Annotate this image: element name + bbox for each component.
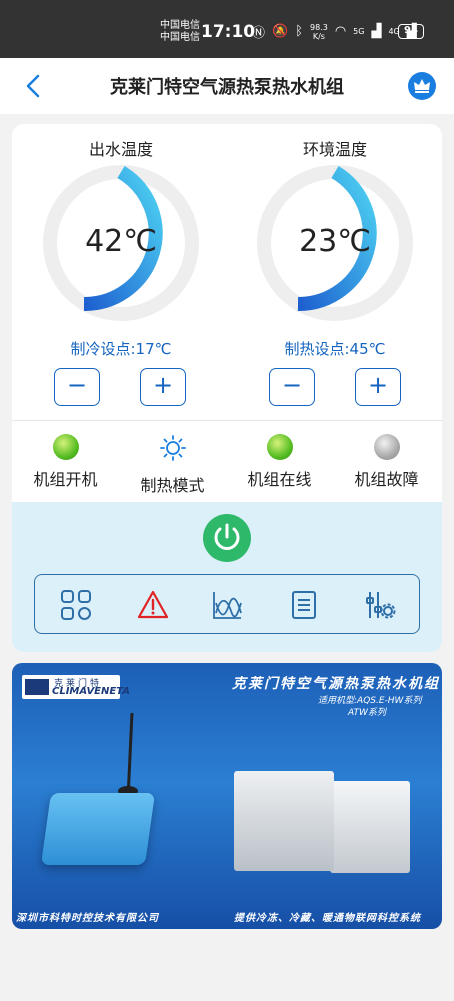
- silent-icon: 🔕: [272, 24, 289, 39]
- brand-en: CLIMAVENETA: [52, 686, 130, 697]
- status-label: 机组在线: [247, 470, 312, 489]
- battery-icon: 94: [398, 24, 424, 39]
- status-label: 制热模式: [140, 476, 205, 495]
- divider: [12, 420, 442, 421]
- carrier-1: 中国电信: [160, 20, 200, 31]
- gateway-device-image: [40, 793, 156, 865]
- network-5g: 5G: [353, 27, 365, 36]
- signal-icon: ▟: [371, 24, 382, 39]
- bluetooth-icon: ᛒ: [295, 24, 304, 39]
- nfc-icon: Ⓝ: [252, 26, 266, 41]
- document-icon[interactable]: [288, 589, 320, 621]
- warning-icon[interactable]: [137, 589, 169, 621]
- fault-indicator-icon: [373, 434, 400, 460]
- brand-logo: 克莱门特 CLIMAVENETA: [22, 675, 130, 699]
- outlet-temp-value: 42℃: [85, 224, 157, 259]
- power-button[interactable]: [203, 514, 251, 562]
- crown-icon[interactable]: [408, 72, 436, 100]
- heat-pump-unit-image: [234, 771, 334, 871]
- heat-increase-button[interactable]: +: [355, 368, 401, 406]
- status-online: 机组在线: [226, 434, 333, 490]
- clock: 17:10: [201, 22, 256, 42]
- net-speed: 98.3 K/s: [310, 23, 328, 41]
- ambient-temp-value: 23℃: [299, 224, 371, 259]
- carrier-text: 中国电信 中国电信: [160, 20, 200, 44]
- models-line-2: ATW系列: [348, 708, 386, 718]
- promo-banner[interactable]: 克莱门特 CLIMAVENETA 克莱门特空气源热泵热水机组 适用机型:AQS.…: [12, 663, 442, 929]
- cool-increase-button[interactable]: +: [140, 368, 186, 406]
- function-toolbar: [34, 574, 420, 634]
- antenna-icon: [118, 712, 138, 800]
- status-mode: 制热模式: [119, 434, 226, 496]
- status-bar: 中国电信 中国电信 17:10 Ⓝ 🔕 ᛒ 98.3 K/s ◠ 5G ▟ 4G…: [0, 0, 454, 58]
- cool-decrease-button[interactable]: −: [54, 368, 100, 406]
- heat-decrease-button[interactable]: −: [269, 368, 315, 406]
- carrier-2: 中国电信: [160, 32, 200, 43]
- banner-company: 深圳市科特时控技术有限公司: [16, 913, 159, 924]
- status-label: 机组开机: [33, 470, 98, 489]
- power-icon: [214, 523, 240, 550]
- brand-logo-icon: [25, 679, 49, 695]
- page-title: 克莱门特空气源热泵热水机组: [110, 77, 344, 98]
- control-panel: [12, 502, 442, 652]
- status-icons: Ⓝ 🔕 ᛒ 98.3 K/s ◠ 5G ▟ 4G ▟: [252, 22, 417, 42]
- status-label: 机组故障: [354, 470, 419, 489]
- status-fault: 机组故障: [333, 434, 440, 490]
- banner-slogan: 提供冷冻、冷藏、暖通物联网科控系统: [234, 913, 421, 924]
- banner-models: 适用机型:AQS.E-HW系列 ATW系列: [318, 695, 421, 719]
- ambient-temp-label: 环境温度: [302, 140, 367, 159]
- banner-title: 克莱门特空气源热泵热水机组: [232, 676, 440, 692]
- trend-chart-icon[interactable]: [211, 589, 243, 621]
- net-speed-unit: K/s: [312, 31, 325, 41]
- main-card: 出水温度 环境温度 42℃ 23℃ 制冷设点:17℃ 制热设点:45℃ − + …: [12, 124, 442, 652]
- app-header: 克莱门特空气源热泵热水机组: [0, 58, 454, 114]
- models-line-1: 适用机型:AQS.E-HW系列: [318, 696, 422, 706]
- power-indicator-icon: [52, 434, 79, 460]
- battery-level: 94: [404, 25, 418, 36]
- heat-setpoint: 制热设点:45℃: [284, 340, 386, 358]
- net-speed-value: 98.3: [310, 22, 328, 32]
- settings-sliders-icon[interactable]: [364, 589, 396, 621]
- cool-setpoint: 制冷设点:17℃: [70, 340, 172, 358]
- heat-pump-unit-image: [330, 781, 410, 873]
- online-indicator-icon: [266, 434, 293, 460]
- status-power: 机组开机: [12, 434, 119, 490]
- grid-menu-icon[interactable]: [60, 589, 92, 621]
- wifi-icon: ◠: [334, 24, 347, 39]
- outlet-temp-label: 出水温度: [88, 140, 153, 159]
- sun-icon: [159, 435, 186, 461]
